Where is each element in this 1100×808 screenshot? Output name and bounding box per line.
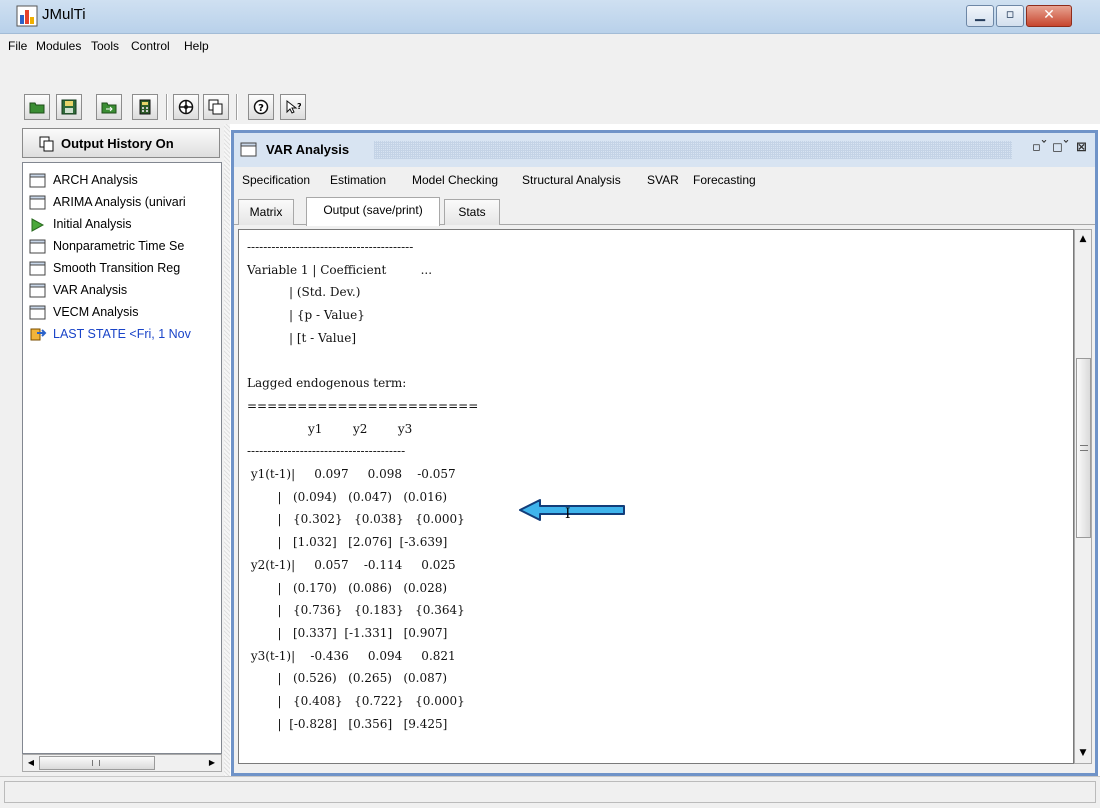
menu-svar[interactable]: SVAR xyxy=(647,173,679,187)
close-frame-icon[interactable]: ⊠ xyxy=(1076,140,1087,155)
history-item-label: Smooth Transition Reg xyxy=(53,261,181,275)
var-analysis-window: VAR Analysis ▫ˇ ◻ˇ ⊠ Specification Estim… xyxy=(231,130,1098,776)
jmulti-app-icon xyxy=(16,5,38,27)
window-title: JMulTi xyxy=(42,6,86,23)
output-history-toggle[interactable]: Output History On xyxy=(22,128,220,158)
menu-control[interactable]: Control xyxy=(131,39,170,53)
tab-stats[interactable]: Stats xyxy=(444,199,500,225)
scroll-up-icon[interactable]: ▲ xyxy=(1076,232,1090,246)
history-horizontal-scrollbar[interactable]: ◀ ▶ xyxy=(22,754,222,772)
status-bar xyxy=(0,776,1100,808)
window-icon xyxy=(29,283,46,298)
window-icon xyxy=(29,173,46,188)
copy-icon xyxy=(208,99,223,115)
history-item-label: VECM Analysis xyxy=(53,305,139,319)
svg-text:?: ? xyxy=(297,102,301,111)
history-list: ARCH Analysis ARIMA Analysis (univari In… xyxy=(22,162,222,754)
close-icon: ✕ xyxy=(1043,7,1055,23)
title-bar: JMulTi ▁ ▫ ✕ xyxy=(0,0,1100,34)
output-history-panel: Output History On ARCH Analysis ARIMA An… xyxy=(0,124,226,776)
scroll-thumb[interactable] xyxy=(39,756,155,770)
tab-output[interactable]: Output (save/print) xyxy=(306,197,440,226)
output-vertical-scrollbar[interactable]: ▲ ▼ xyxy=(1074,229,1092,764)
grip-icon xyxy=(92,760,100,766)
window-icon xyxy=(29,305,46,320)
restore-frame-icon[interactable]: ◻ˇ xyxy=(1052,140,1069,155)
state-icon xyxy=(30,328,47,341)
minimize-icon: ▁ xyxy=(975,7,985,22)
menu-estimation[interactable]: Estimation xyxy=(330,173,386,187)
menu-modules[interactable]: Modules xyxy=(36,39,81,53)
menu-specification[interactable]: Specification xyxy=(242,173,310,187)
history-item-label: LAST STATE <Fri, 1 Nov xyxy=(53,327,191,341)
toolbar-separator xyxy=(166,94,168,120)
history-item-label: Nonparametric Time Se xyxy=(53,239,185,253)
tab-matrix[interactable]: Matrix xyxy=(238,199,294,225)
window-icon xyxy=(29,239,46,254)
toolbar-separator xyxy=(236,94,238,120)
tab-bar: Matrix Output (save/print) Stats xyxy=(234,191,1095,226)
history-item-label: ARCH Analysis xyxy=(53,173,138,187)
var-analysis-menu: Specification Estimation Model Checking … xyxy=(234,167,1095,191)
menu-help[interactable]: Help xyxy=(184,39,209,53)
close-button[interactable]: ✕ xyxy=(1026,5,1072,27)
annotation-arrow-icon xyxy=(519,499,625,521)
menu-file[interactable]: File xyxy=(8,39,27,53)
calculator-icon xyxy=(139,99,151,115)
window-icon xyxy=(29,195,46,210)
menu-tools[interactable]: Tools xyxy=(91,39,119,53)
grip-icon xyxy=(1080,445,1088,451)
target-icon xyxy=(178,99,194,115)
menu-forecasting[interactable]: Forecasting xyxy=(693,173,756,187)
context-help-icon: ? xyxy=(286,99,301,114)
window-icon xyxy=(240,142,257,157)
scroll-left-icon[interactable]: ◀ xyxy=(24,757,38,769)
history-item-label: Initial Analysis xyxy=(53,217,132,231)
import-icon xyxy=(101,102,117,114)
history-item-label: VAR Analysis xyxy=(53,283,128,297)
history-item-label: ARIMA Analysis (univari xyxy=(53,195,186,209)
open-folder-icon xyxy=(29,102,45,114)
open-button[interactable] xyxy=(24,94,50,120)
window-icon xyxy=(29,261,46,276)
history-icon xyxy=(39,136,54,152)
output-text: ----------------------------------------… xyxy=(247,240,479,731)
minimize-button[interactable]: ▁ xyxy=(966,5,994,27)
menu-bar: File Modules Tools Control Help xyxy=(0,34,1100,58)
maximize-icon: ▫ xyxy=(1005,7,1015,22)
menu-structural-analysis[interactable]: Structural Analysis xyxy=(522,173,621,187)
var-analysis-title: VAR Analysis xyxy=(266,142,350,157)
scroll-thumb[interactable] xyxy=(1076,358,1091,538)
help-icon: ? xyxy=(253,99,269,115)
copy-button[interactable] xyxy=(203,94,229,120)
status-field xyxy=(4,781,1096,803)
output-history-label: Output History On xyxy=(61,136,174,151)
scroll-down-icon[interactable]: ▼ xyxy=(1076,746,1090,760)
help-button[interactable]: ? xyxy=(248,94,274,120)
import-button[interactable] xyxy=(96,94,122,120)
var-analysis-title-bar[interactable]: VAR Analysis ▫ˇ ◻ˇ ⊠ xyxy=(234,133,1095,167)
save-button[interactable] xyxy=(56,94,82,120)
menu-model-checking[interactable]: Model Checking xyxy=(412,173,498,187)
minimize-frame-icon[interactable]: ▫ˇ xyxy=(1032,140,1047,155)
calculator-button[interactable] xyxy=(132,94,158,120)
scroll-right-icon[interactable]: ▶ xyxy=(205,757,219,769)
save-icon xyxy=(61,99,77,115)
text-cursor-icon: I xyxy=(565,506,571,522)
play-icon xyxy=(31,218,45,232)
maximize-button[interactable]: ▫ xyxy=(996,5,1024,27)
toolbar: ? ? xyxy=(0,58,1100,124)
output-text-area[interactable]: ----------------------------------------… xyxy=(238,229,1074,764)
title-bar-pattern xyxy=(374,141,1012,159)
context-help-button[interactable]: ? xyxy=(280,94,306,120)
panel-splitter[interactable] xyxy=(224,124,230,776)
svg-text:?: ? xyxy=(258,103,264,114)
target-button[interactable] xyxy=(173,94,199,120)
